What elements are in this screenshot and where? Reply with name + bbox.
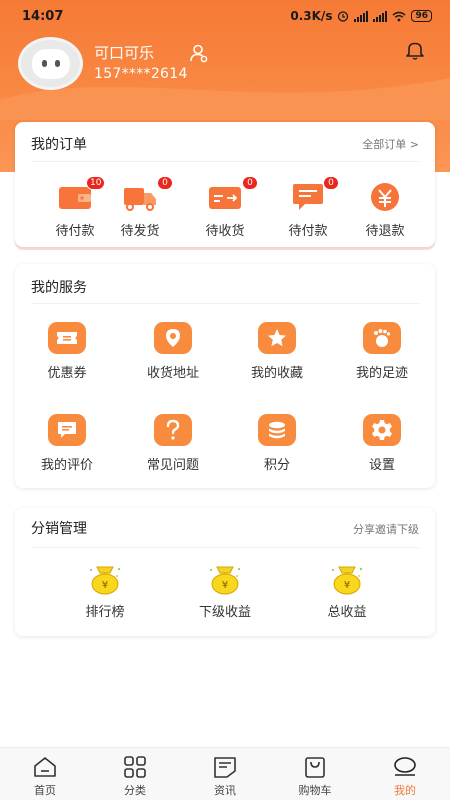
dist-sub-earnings[interactable]: ¥ 下级收益: [185, 564, 265, 624]
news-icon: [214, 757, 236, 778]
location-icon: [154, 322, 192, 354]
distribution-card: 分销管理 分享邀请下级 ¥ 排行榜 ¥ 下级收益 ¥ 总收益: [15, 508, 435, 636]
service-reviews[interactable]: 我的评价: [27, 414, 107, 484]
tab-label: 资讯: [214, 784, 236, 797]
invite-link[interactable]: 分享邀请下级: [353, 521, 419, 537]
service-points[interactable]: 积分: [237, 414, 317, 484]
question-icon: [154, 414, 192, 446]
orders-card: 我的订单 全部订单 > 10 待付款 0 待发货 0 待收货 0 待付款 待退款: [15, 122, 435, 247]
order-badge: 0: [323, 176, 339, 190]
service-label: 我的足迹: [355, 366, 408, 381]
alarm-icon: [338, 11, 349, 22]
service-address[interactable]: 收货地址: [133, 322, 213, 392]
user-phone: 157****2614: [94, 66, 188, 82]
tab-home[interactable]: 首页: [0, 748, 90, 800]
order-pending-receipt[interactable]: 0 待收货: [190, 176, 260, 242]
order-label: 待付款: [55, 224, 95, 239]
network-speed: 0.3K/s: [290, 9, 333, 23]
wifi-icon: [392, 11, 406, 21]
money-bag-icon: ¥: [90, 566, 120, 595]
truck-icon: [124, 188, 156, 211]
star-icon: [258, 322, 296, 354]
notification-bell-icon[interactable]: [404, 39, 426, 61]
avatar[interactable]: [18, 37, 83, 90]
service-label: 常见问题: [146, 458, 199, 473]
dist-ranking[interactable]: ¥ 排行榜: [65, 564, 145, 624]
services-card: 我的服务 优惠券 收货地址 我的收藏 我的足迹 我的评价 常见问题 积分 设置: [15, 264, 435, 488]
order-badge: 0: [242, 176, 258, 190]
coupon-icon: [48, 322, 86, 354]
username: 可口可乐: [94, 44, 155, 62]
svg-text:¥: ¥: [344, 580, 350, 591]
tab-cart[interactable]: 购物车: [270, 748, 360, 800]
order-pending-refund[interactable]: 待退款: [350, 182, 420, 242]
bottom-tab-bar: 首页 分类 资讯 购物车 我的: [0, 747, 450, 800]
refund-icon: [371, 183, 399, 211]
services-title: 我的服务: [31, 280, 87, 296]
tab-label: 分类: [124, 784, 146, 797]
service-faq[interactable]: 常见问题: [133, 414, 213, 484]
services-header: 我的服务: [31, 264, 419, 304]
service-label: 设置: [368, 458, 395, 473]
service-footprints[interactable]: 我的足迹: [342, 322, 422, 392]
review-icon: [48, 414, 86, 446]
service-favorites[interactable]: 我的收藏: [237, 322, 317, 392]
cart-icon: [305, 757, 325, 778]
order-label: 待付款: [288, 224, 328, 239]
order-label: 待退款: [365, 224, 405, 239]
service-settings[interactable]: 设置: [342, 414, 422, 484]
dist-total-earnings[interactable]: ¥ 总收益: [307, 564, 387, 624]
money-bag-icon: ¥: [332, 566, 362, 595]
tab-news[interactable]: 资讯: [180, 748, 270, 800]
money-bag-icon: ¥: [210, 566, 240, 595]
status-bar: 14:07 0.3K/s 96: [0, 0, 450, 34]
svg-text:¥: ¥: [222, 580, 228, 591]
distribution-header: 分销管理 分享邀请下级: [31, 508, 419, 548]
status-time: 14:07: [22, 9, 64, 24]
tab-label: 我的: [394, 784, 416, 797]
service-coupon[interactable]: 优惠券: [27, 322, 107, 392]
status-indicators: 0.3K/s 96: [290, 9, 432, 23]
battery-icon: 96: [411, 10, 432, 22]
account-switch-icon[interactable]: [189, 43, 209, 63]
order-badge: 0: [157, 176, 173, 190]
all-orders-link[interactable]: 全部订单 >: [362, 136, 419, 152]
tab-profile[interactable]: 我的: [360, 748, 450, 800]
service-label: 收货地址: [146, 366, 199, 381]
distribution-title: 分销管理: [31, 521, 87, 537]
order-badge: 10: [86, 176, 106, 190]
gear-icon: [363, 414, 401, 446]
comment-icon: [293, 184, 323, 210]
category-icon: [124, 756, 146, 778]
svg-text:¥: ¥: [102, 580, 108, 591]
profile-icon: [394, 757, 416, 776]
avatar-face-icon: [31, 48, 70, 79]
dist-label: 排行榜: [85, 605, 125, 620]
footprint-icon: [363, 322, 401, 354]
orders-title: 我的订单: [31, 137, 87, 153]
dist-label: 总收益: [327, 605, 367, 620]
order-pending-payment[interactable]: 10 待付款: [40, 176, 110, 242]
orders-header: 我的订单 全部订单 >: [31, 122, 419, 162]
service-label: 优惠券: [47, 366, 87, 381]
service-label: 我的评价: [40, 458, 93, 473]
order-label: 待发货: [120, 224, 160, 239]
tab-label: 购物车: [298, 784, 332, 797]
signal-2-icon: [373, 10, 388, 22]
order-label: 待收货: [205, 224, 245, 239]
dist-label: 下级收益: [198, 605, 251, 620]
tab-category[interactable]: 分类: [90, 748, 180, 800]
order-pending-review[interactable]: 0 待付款: [273, 176, 343, 242]
order-pending-shipment[interactable]: 0 待发货: [105, 176, 175, 242]
receive-icon: [209, 187, 241, 209]
points-icon: [258, 414, 296, 446]
home-icon: [34, 757, 56, 777]
service-label: 我的收藏: [250, 366, 303, 381]
service-label: 积分: [263, 458, 290, 473]
tab-label: 首页: [34, 784, 56, 797]
signal-icon: [354, 10, 369, 22]
